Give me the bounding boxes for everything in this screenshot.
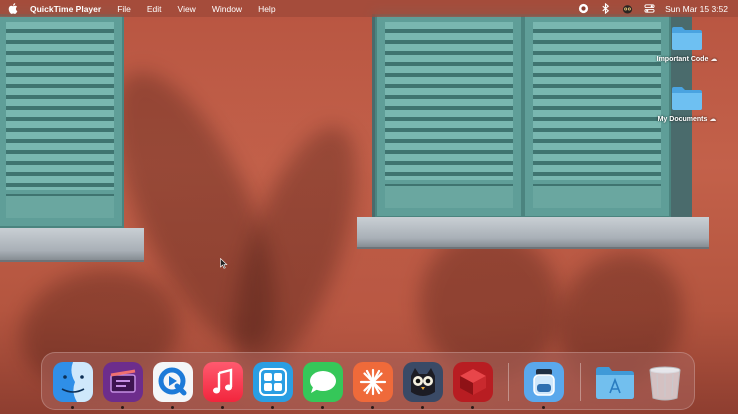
running-indicator [171, 406, 174, 409]
desktop-folder-my-documents[interactable]: My Documents ☁ [647, 84, 727, 123]
dock-separator [508, 363, 509, 401]
running-indicator [221, 406, 224, 409]
desktop-folder-important-code[interactable]: Important Code ☁ [647, 24, 727, 63]
menu-window[interactable]: Window [204, 4, 250, 14]
right-window-shutter-left [375, 14, 523, 218]
control-center-icon[interactable] [643, 3, 655, 15]
clapper-icon [103, 362, 143, 402]
music-icon [203, 362, 243, 402]
right-window-sill [357, 217, 709, 249]
menu-bar: QuickTime Player File Edit View Window H… [0, 0, 738, 17]
menu-app-name[interactable]: QuickTime Player [26, 4, 109, 14]
apple-icon[interactable] [0, 3, 26, 14]
finder-icon [53, 362, 93, 402]
dock-app-jar[interactable] [524, 362, 564, 409]
trash-icon [645, 362, 685, 402]
dock-app-night-owl[interactable] [403, 362, 443, 409]
desktop-folder-label: My Documents [657, 115, 708, 123]
folder-icon [672, 87, 702, 110]
messages-icon [303, 362, 343, 402]
menu-help[interactable]: Help [250, 4, 283, 14]
bluetooth-icon[interactable] [599, 3, 611, 15]
menu-file[interactable]: File [109, 4, 139, 14]
dock-app-screens[interactable] [253, 362, 293, 409]
dock-app-finder[interactable] [53, 362, 93, 409]
folder-icon [672, 27, 702, 50]
desktop-folder-label: Important Code [656, 55, 709, 63]
quicktime-icon [153, 362, 193, 402]
dock-trash[interactable] [645, 362, 685, 402]
running-indicator [71, 406, 74, 409]
applications-folder-icon [595, 362, 635, 402]
icloud-icon: ☁ [709, 116, 717, 123]
running-indicator [421, 406, 424, 409]
menu-bar-status-area: Sun Mar 15 3:52 [577, 3, 738, 15]
dock-app-quicktime[interactable] [153, 362, 193, 409]
dock-app-music[interactable] [203, 362, 243, 409]
menu-edit[interactable]: Edit [139, 4, 170, 14]
menu-bar-clock[interactable]: Sun Mar 15 3:52 [665, 4, 728, 14]
running-indicator [321, 406, 324, 409]
dock [41, 352, 695, 410]
dock-app-messages[interactable] [303, 362, 343, 409]
dock-applications-folder[interactable] [595, 362, 635, 402]
dock-app-media[interactable] [103, 362, 143, 409]
red-box-icon [453, 362, 493, 402]
mouse-cursor-icon [220, 258, 228, 269]
running-indicator [121, 406, 124, 409]
dock-app-spark[interactable] [353, 362, 393, 409]
starburst-icon [353, 362, 393, 402]
grid-icon [253, 362, 293, 402]
menu-view[interactable]: View [170, 4, 204, 14]
icloud-icon: ☁ [710, 56, 718, 63]
record-icon[interactable] [577, 3, 589, 15]
running-indicator [371, 406, 374, 409]
running-indicator [542, 406, 545, 409]
jar-icon [524, 362, 564, 402]
running-indicator [471, 406, 474, 409]
running-indicator [271, 406, 274, 409]
left-window-sill [0, 228, 144, 262]
owl-icon [403, 362, 443, 402]
owl-icon[interactable] [621, 3, 633, 15]
dock-app-red-app[interactable] [453, 362, 493, 409]
dock-separator [580, 363, 581, 401]
left-window-shutter [0, 14, 124, 228]
